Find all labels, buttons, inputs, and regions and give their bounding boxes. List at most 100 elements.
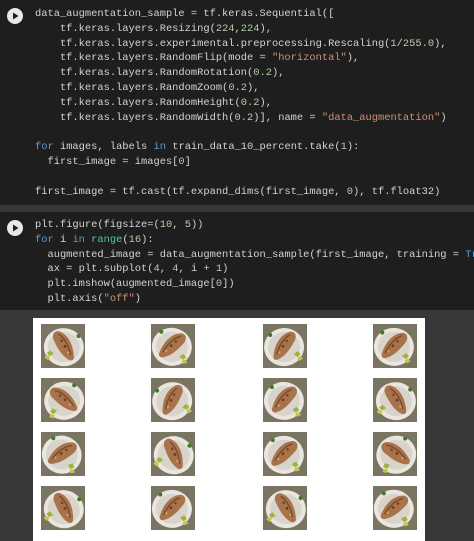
code-token: ), — [259, 96, 272, 109]
code-token: augmented_image = data_augmentation_samp… — [35, 248, 466, 261]
string-token: "off" — [103, 292, 135, 305]
number-token: 0.2 — [240, 96, 260, 109]
number-token: 10 — [159, 219, 173, 231]
keyword-token: for — [35, 233, 54, 246]
play-icon — [13, 224, 19, 232]
food-image-icon — [373, 486, 417, 530]
code-cell-1[interactable]: data_augmentation_sample = tf.keras.Sequ… — [0, 0, 474, 205]
code-token: tf.keras.layers.experimental.preprocessi… — [35, 37, 391, 50]
code-token: ): — [346, 141, 360, 154]
augmented-image — [263, 432, 307, 476]
code-token: ax = plt.subplot( — [35, 263, 154, 276]
code-line: tf.keras.layers.RandomHeight(0.2), — [35, 96, 447, 111]
augmented-image — [151, 432, 195, 476]
food-image-icon — [151, 432, 195, 476]
code-token: ]) — [222, 278, 235, 291]
code-token: tf.keras.layers.RandomHeight( — [35, 96, 241, 109]
augmented-image — [41, 378, 85, 422]
augmented-image — [263, 324, 307, 368]
code-token: ), — [247, 81, 260, 94]
code-token: ) — [134, 292, 142, 305]
augmented-image — [373, 486, 417, 530]
food-image-icon — [41, 486, 85, 530]
code-line: plt.imshow(augmented_image[0]) — [35, 277, 474, 292]
food-image-icon — [151, 324, 195, 368]
augmented-image — [373, 432, 417, 476]
code-token: i — [53, 233, 73, 246]
code-token: )], name = — [253, 111, 322, 124]
code-token: train_data_10_percent.take( — [165, 141, 341, 154]
food-image-icon — [263, 378, 307, 422]
number-token: 224 — [240, 22, 260, 35]
code-token: plt.imshow(augmented_image[ — [35, 278, 216, 291]
number-token: 0.2 — [253, 67, 272, 80]
augmented-image — [41, 486, 85, 530]
play-icon — [13, 12, 19, 20]
code-token: tf.keras.layers.RandomRotation( — [35, 67, 254, 80]
code-token: , — [159, 263, 173, 276]
code-line: tf.keras.layers.RandomFlip(mode = "horiz… — [35, 51, 447, 66]
code-line: for i in range(16): — [35, 233, 474, 248]
code-token: ) — [222, 263, 229, 276]
food-image-icon — [263, 486, 307, 530]
keyword-token: in — [72, 233, 85, 246]
code-token: ), — [271, 67, 285, 80]
food-image-icon — [373, 432, 417, 476]
code-token: tf.keras.layers.RandomFlip(mode = — [35, 52, 272, 65]
code-token: ), — [259, 22, 272, 35]
code-token: , — [172, 219, 185, 231]
code-line: tf.keras.layers.RandomRotation(0.2), — [35, 66, 447, 81]
code-token: tf.keras.layers.Resizing( — [35, 22, 216, 35]
code-token: , i + — [178, 263, 216, 276]
code-token: plt.figure(figsize=( — [35, 219, 160, 231]
food-image-icon — [41, 378, 85, 422]
run-cell-button[interactable] — [7, 8, 23, 24]
keyword-token: for — [35, 141, 54, 154]
augmented-image — [373, 378, 417, 422]
number-token: 16 — [128, 233, 142, 246]
run-cell-button[interactable] — [7, 220, 23, 236]
code-token: ), — [346, 52, 360, 65]
augmented-image — [151, 378, 195, 422]
augmented-image — [41, 324, 85, 368]
code-line: ax = plt.subplot(4, 4, i + 1) — [35, 262, 474, 277]
number-token: 0.2 — [228, 81, 248, 94]
food-image-icon — [263, 324, 307, 368]
code-token: data_augmentation_sample = tf.keras.Sequ… — [35, 8, 335, 20]
augmented-image — [151, 486, 195, 530]
code-token: plt.axis( — [35, 292, 104, 305]
code-token: tf.keras.layers.RandomWidth( — [35, 111, 235, 124]
augmented-image-grid — [33, 318, 425, 541]
code-line: first_image = tf.cast(tf.expand_dims(fir… — [35, 185, 447, 200]
code-token: first_image = images[ — [35, 155, 179, 168]
food-image-icon — [151, 486, 195, 530]
code-line: plt.figure(figsize=(10, 5)) — [35, 218, 474, 233]
code-line: tf.keras.layers.RandomWidth(0.2)], name … — [35, 111, 447, 126]
keyword-token: True — [465, 248, 474, 261]
code-line: augmented_image = data_augmentation_samp… — [35, 248, 474, 263]
code-token: ), tf.float32) — [353, 185, 441, 198]
code-editor[interactable]: plt.figure(figsize=(10, 5)) for i in rang… — [35, 218, 474, 307]
code-line: for images, labels in train_data_10_perc… — [35, 140, 447, 155]
code-token: tf.keras.layers.RandomZoom( — [35, 81, 229, 94]
food-image-icon — [41, 324, 85, 368]
code-line: tf.keras.layers.RandomZoom(0.2), — [35, 81, 447, 96]
augmented-image — [151, 324, 195, 368]
code-line: first_image = images[0] — [35, 155, 447, 170]
code-token: ), — [434, 37, 447, 50]
code-line: tf.keras.layers.experimental.preprocessi… — [35, 37, 447, 52]
code-token: first_image = tf.cast(tf.expand_dims(fir… — [35, 185, 347, 198]
augmented-image — [263, 486, 307, 530]
code-editor[interactable]: data_augmentation_sample = tf.keras.Sequ… — [35, 7, 447, 199]
code-cell-2[interactable]: plt.figure(figsize=(10, 5)) for i in rang… — [0, 212, 474, 310]
number-token: 224 — [215, 22, 235, 35]
food-image-icon — [373, 324, 417, 368]
builtin-token: range — [91, 233, 123, 246]
food-image-icon — [41, 432, 85, 476]
number-token: 255.0 — [402, 37, 435, 50]
code-token: ) — [440, 111, 447, 124]
cell-output-figure — [33, 318, 425, 541]
keyword-token: in — [153, 141, 166, 154]
